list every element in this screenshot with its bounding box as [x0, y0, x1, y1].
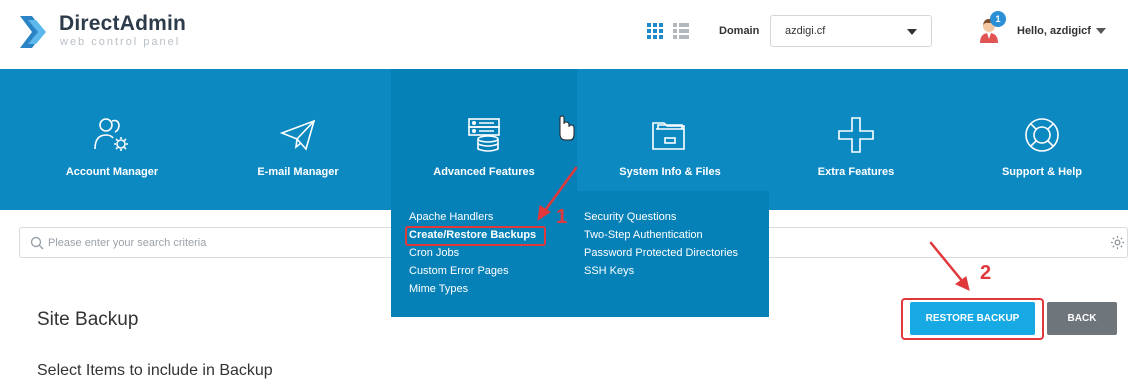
domain-label: Domain: [719, 25, 760, 37]
notification-badge[interactable]: 1: [990, 11, 1006, 27]
menu-item-password-protected-dirs[interactable]: Password Protected Directories: [584, 247, 738, 259]
nav-extra-features[interactable]: Extra Features: [756, 69, 956, 210]
user-menu-chevron-icon[interactable]: [1096, 28, 1106, 34]
paper-plane-icon: [279, 119, 316, 151]
menu-item-apache-handlers[interactable]: Apache Handlers: [409, 211, 493, 223]
annotation-highlight-box: [405, 226, 546, 246]
users-gear-icon: [94, 118, 128, 151]
search-icon: [30, 236, 44, 250]
menu-item-mime-types[interactable]: Mime Types: [409, 283, 468, 295]
nav-label-extra-features: Extra Features: [817, 166, 895, 178]
menu-item-ssh-keys[interactable]: SSH Keys: [584, 265, 634, 277]
menu-item-security-questions[interactable]: Security Questions: [584, 211, 676, 223]
grid-view-icon[interactable]: [647, 23, 663, 39]
nav-account-manager[interactable]: Account Manager: [12, 69, 212, 210]
nav-email-manager[interactable]: E-mail Manager: [198, 69, 398, 210]
brand-tagline: web control panel: [60, 36, 181, 48]
domain-select[interactable]: azdigi.cf: [770, 15, 932, 47]
brand-name: DirectAdmin: [59, 12, 187, 35]
menu-item-cron-jobs[interactable]: Cron Jobs: [409, 247, 459, 259]
nav-label-support-help: Support & Help: [1001, 166, 1083, 178]
nav-system-info-files[interactable]: System Info & Files: [570, 69, 770, 210]
menu-item-custom-error-pages[interactable]: Custom Error Pages: [409, 265, 509, 277]
nav-label-email-manager: E-mail Manager: [257, 166, 339, 178]
dropdown-header-label: Advanced Features: [433, 166, 535, 178]
server-database-icon: [468, 118, 500, 152]
life-ring-icon: [1025, 118, 1059, 152]
annotation-step-1: 1: [556, 206, 568, 228]
nav-support-help[interactable]: Support & Help: [942, 69, 1128, 210]
annotation-step-2: 2: [980, 262, 992, 284]
section-title: Select Items to include in Backup: [37, 362, 273, 379]
user-greeting[interactable]: Hello, azdigicf: [1017, 25, 1091, 37]
plus-icon: [838, 117, 874, 153]
folder-icon: [652, 122, 685, 150]
page-title: Site Backup: [37, 309, 139, 330]
back-button[interactable]: BACK: [1047, 302, 1117, 335]
directadmin-logo-icon[interactable]: [18, 12, 50, 52]
nav-label-account-manager: Account Manager: [65, 166, 159, 178]
restore-backup-button[interactable]: RESTORE BACKUP: [910, 302, 1035, 335]
menu-item-two-step-auth[interactable]: Two-Step Authentication: [584, 229, 703, 241]
chevron-down-icon: [907, 29, 917, 35]
list-view-icon[interactable]: [673, 23, 689, 39]
top-header: DirectAdmin web control panel Domain azd…: [0, 0, 1128, 69]
domain-select-value: azdigi.cf: [785, 25, 826, 37]
nav-label-system-info: System Info & Files: [619, 166, 721, 178]
gear-icon[interactable]: [1110, 235, 1125, 250]
